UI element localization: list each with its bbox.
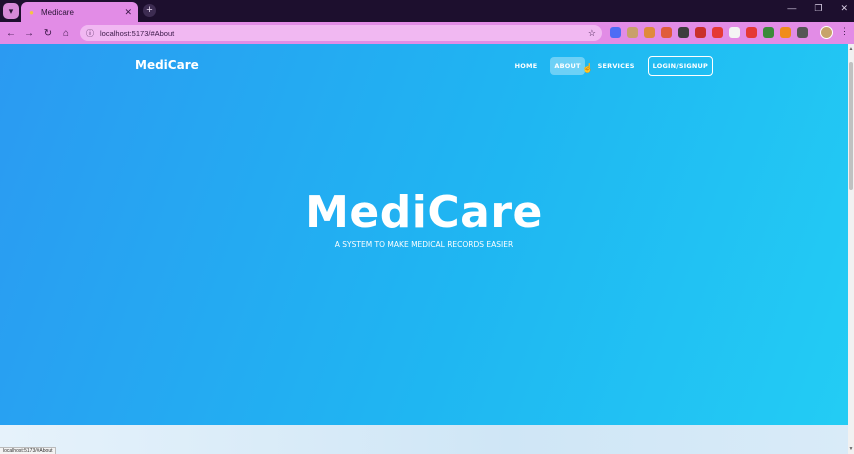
browser-tab[interactable]: ● Medicare ✕	[21, 2, 138, 22]
extension-icon[interactable]	[763, 27, 774, 38]
nav-home[interactable]: HOME	[511, 58, 542, 74]
hand-pointer-icon: ☝	[582, 63, 594, 73]
extension-icon[interactable]	[627, 27, 638, 38]
minimize-icon[interactable]: —	[787, 3, 796, 14]
address-url[interactable]: localhost:5173/#About	[100, 29, 588, 38]
extension-icons	[610, 27, 808, 38]
info-icon[interactable]: ⓘ	[86, 28, 94, 39]
tab-title: Medicare	[41, 7, 74, 17]
extension-icon[interactable]	[695, 27, 706, 38]
scrollbar-thumb[interactable]	[849, 62, 853, 190]
scroll-up-icon[interactable]: ▲	[848, 45, 854, 53]
page-viewport: MediCare HOME ABOUT SERVICES LOGIN/SIGNU…	[0, 44, 848, 454]
extension-icon[interactable]	[746, 27, 757, 38]
star-icon[interactable]: ☆	[588, 28, 596, 39]
link-status-bubble: localhost:5173/#About	[0, 447, 57, 454]
extension-icon[interactable]	[678, 27, 689, 38]
extension-icon[interactable]	[661, 27, 672, 38]
lightbulb-icon: ●	[29, 7, 34, 17]
site-logo[interactable]: MediCare	[135, 58, 199, 72]
hero-title: MediCare	[305, 187, 543, 238]
extension-icon[interactable]	[780, 27, 791, 38]
hero-subtitle: A SYSTEM TO MAKE MEDICAL RECORDS EASIER	[334, 240, 514, 249]
extension-icon[interactable]	[712, 27, 723, 38]
profile-avatar[interactable]	[820, 26, 833, 39]
back-arrow-icon[interactable]: ←	[4, 26, 18, 40]
new-tab-plus-icon[interactable]: +	[143, 4, 156, 17]
menu-kebab-icon[interactable]: ⋮	[840, 26, 849, 37]
browser-toolbar: ← → ↻ ⌂ ⓘ localhost:5173/#About ☆ ⋮	[0, 22, 854, 44]
nav-about[interactable]: ABOUT	[550, 57, 585, 75]
window-controls: — ❐ ✕	[787, 3, 848, 14]
main-nav: HOME ABOUT SERVICES LOGIN/SIGNUP	[511, 56, 713, 76]
close-icon[interactable]: ✕	[124, 7, 132, 18]
puzzle-icon[interactable]	[797, 27, 808, 38]
next-section-preview	[0, 425, 848, 454]
tab-search-chevron-down-icon[interactable]: ▾	[3, 3, 19, 19]
extension-icon[interactable]	[729, 27, 740, 38]
extension-icon[interactable]	[610, 27, 621, 38]
nav-services[interactable]: SERVICES	[594, 58, 639, 74]
restore-icon[interactable]: ❐	[814, 3, 822, 14]
scroll-down-icon[interactable]: ▼	[848, 445, 854, 453]
close-window-icon[interactable]: ✕	[840, 3, 848, 14]
nav-login-signup-button[interactable]: LOGIN/SIGNUP	[647, 56, 713, 76]
browser-tab-strip: ▾ ● Medicare ✕ + — ❐ ✕	[0, 0, 854, 22]
home-icon[interactable]: ⌂	[59, 26, 73, 40]
forward-arrow-icon[interactable]: →	[22, 26, 36, 40]
address-bar[interactable]: ⓘ localhost:5173/#About ☆	[80, 25, 602, 41]
extension-icon[interactable]	[644, 27, 655, 38]
reload-icon[interactable]: ↻	[41, 26, 55, 40]
